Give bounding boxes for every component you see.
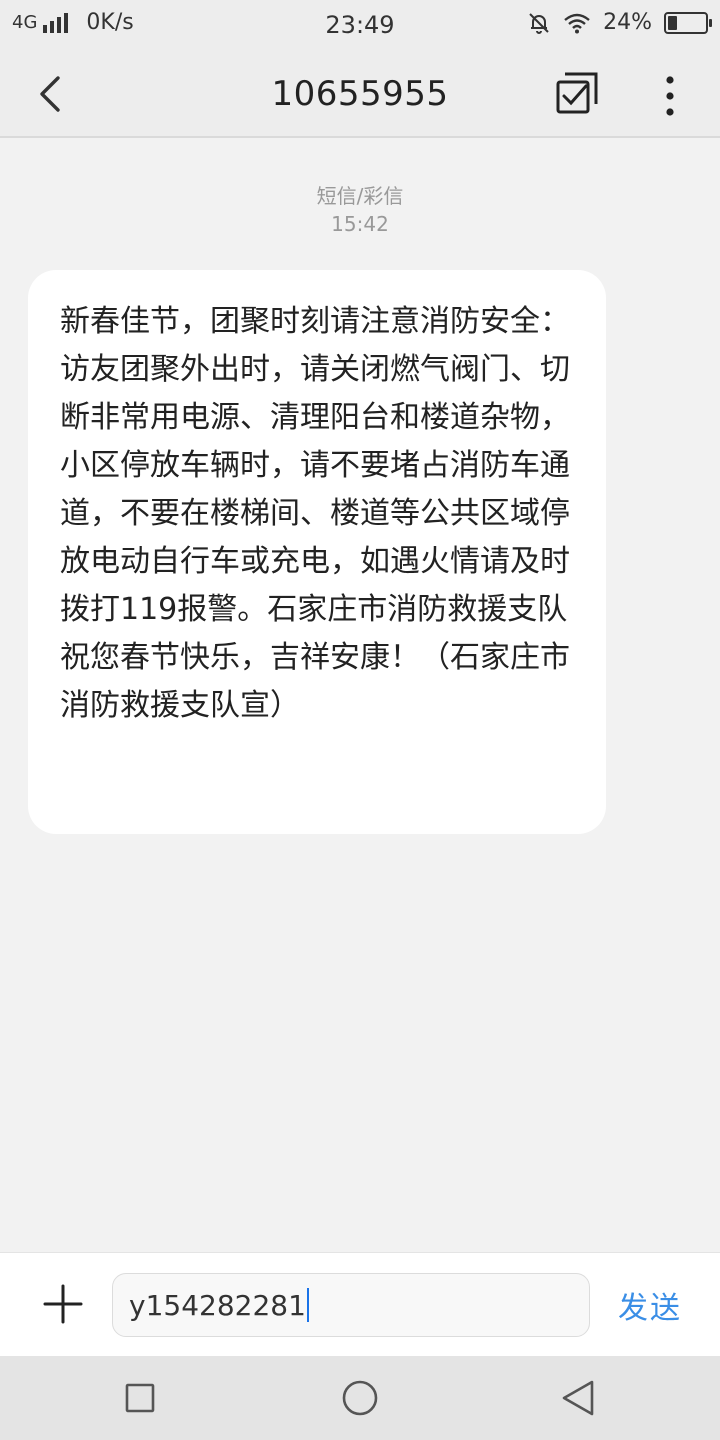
- message-timestamp: 15:42: [331, 212, 389, 236]
- wifi-icon: [564, 13, 590, 33]
- compose-bar: y154282281 发送: [0, 1252, 720, 1356]
- home-icon[interactable]: [340, 1378, 380, 1418]
- message-text: 新春佳节，团聚时刻请注意消防安全：访友团聚外出时，请关闭燃气阀门、切断非常用电源…: [60, 304, 570, 723]
- message-input[interactable]: y154282281: [112, 1273, 590, 1337]
- mute-bell-icon: [529, 12, 549, 34]
- status-bar: 4G 0K/s 23:49 24%: [0, 0, 720, 50]
- message-input-value: y154282281: [129, 1288, 306, 1322]
- plus-icon[interactable]: [40, 1281, 86, 1327]
- network-type: 4G: [12, 12, 38, 33]
- contact-title: 10655955: [271, 74, 449, 114]
- multi-select-icon[interactable]: [552, 70, 604, 122]
- message-type-label: 短信/彩信: [316, 184, 404, 208]
- battery-percent: 24%: [603, 10, 652, 35]
- signal-icon: [43, 12, 69, 33]
- network-speed: 0K/s: [86, 10, 134, 35]
- conversation-area[interactable]: 短信/彩信 15:42 新春佳节，团聚时刻请注意消防安全：访友团聚外出时，请关闭…: [0, 140, 720, 1252]
- send-button[interactable]: 发送: [618, 1283, 682, 1327]
- battery-icon: [664, 11, 712, 34]
- status-left: 4G 0K/s: [12, 10, 134, 35]
- app-header: 10655955: [0, 50, 720, 138]
- system-nav-bar: [0, 1356, 720, 1440]
- message-bubble[interactable]: 新春佳节，团聚时刻请注意消防安全：访友团聚外出时，请关闭燃气阀门、切断非常用电源…: [28, 270, 606, 834]
- nav-back-icon[interactable]: [558, 1376, 598, 1420]
- sms-conversation-screen: 4G 0K/s 23:49 24% 10655955 短信/彩信 15:42 新…: [0, 0, 720, 1440]
- recent-apps-icon[interactable]: [124, 1382, 156, 1414]
- text-caret: [306, 1288, 309, 1322]
- status-right: 24%: [527, 10, 712, 35]
- more-options-icon[interactable]: [650, 72, 690, 120]
